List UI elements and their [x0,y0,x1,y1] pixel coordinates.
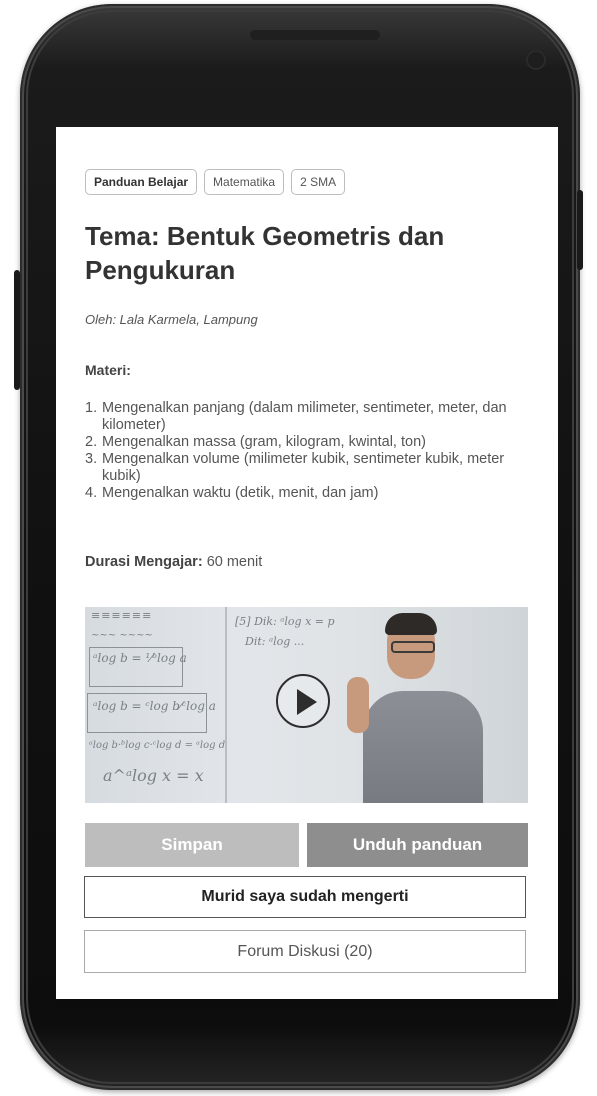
page-title: Tema: Bentuk Geometris dan Pengukuran [85,221,445,285]
duration-value: 60 menit [206,554,263,570]
presenter-glasses [391,641,435,653]
list-item-text: Mengenalkan panjang (dalam milimeter, se… [102,400,507,433]
students-understand-button[interactable]: Murid saya sudah mengerti [84,876,526,918]
video-player[interactable]: ≡≡≡≡≡≡ ~~~ ~~~~ ᵃlog b = ¹⁄ᵇlog a ᵃlog b… [85,607,528,803]
list-item: 4. Mengenalkan waktu (detik, menit, dan … [85,485,535,502]
duration-line: Durasi Mengajar: 60 menit [85,554,262,570]
materi-list: 1. Mengenalkan panjang (dalam milimeter,… [85,400,535,502]
whiteboard-scribble: ᵃlog b = ᶜlog b⁄ᶜlog a [93,699,216,713]
list-item: 2. Mengenalkan massa (gram, kilogram, kw… [85,434,535,451]
power-button [577,190,583,270]
list-item-number: 1. [85,400,98,416]
whiteboard-scribble: ᵃlog b = ¹⁄ᵇlog a [93,651,187,665]
duration-label: Durasi Mengajar: [85,554,203,570]
list-item-text: Mengenalkan waktu (detik, menit, dan jam… [102,485,379,501]
presenter-hair [385,613,437,635]
screen: Panduan Belajar Matematika 2 SMA Tema: B… [56,127,558,999]
camera-icon [528,52,544,68]
list-item: 1. Mengenalkan panjang (dalam milimeter,… [85,400,535,434]
screen-bottom-edge [56,999,558,1007]
whiteboard-scribble: Dit: ᵃlog ... [245,635,305,648]
discussion-forum-button[interactable]: Forum Diskusi (20) [84,930,526,973]
action-row: Simpan Unduh panduan [85,823,528,867]
whiteboard-scribble: a^ᵃlog x = x [103,766,204,785]
volume-button [14,270,20,390]
stage: Panduan Belajar Matematika 2 SMA Tema: B… [0,0,597,1096]
list-item-number: 3. [85,451,98,467]
whiteboard-divider [225,607,227,803]
play-icon [297,689,317,715]
tag-subject[interactable]: Matematika [204,169,285,195]
materi-heading: Materi: [85,362,131,378]
tag-grade[interactable]: 2 SMA [291,169,346,195]
list-item-number: 2. [85,434,98,450]
download-guide-button[interactable]: Unduh panduan [307,823,528,867]
whiteboard-scribble: [5] Dik: ᵃlog x = p [235,615,335,628]
presenter-hand [347,677,369,733]
whiteboard-scribble: ≡≡≡≡≡≡ [91,609,153,622]
whiteboard-scribble: ~~~ ~~~~ [91,630,153,641]
play-button[interactable] [276,674,330,728]
list-item: 3. Mengenalkan volume (milimeter kubik, … [85,451,535,485]
tag-panduan-belajar[interactable]: Panduan Belajar [85,169,198,195]
author-line: Oleh: Lala Karmela, Lampung [85,312,258,327]
list-item-number: 4. [85,485,98,501]
list-item-text: Mengenalkan massa (gram, kilogram, kwint… [102,434,426,450]
tag-list: Panduan Belajar Matematika 2 SMA [85,169,346,195]
save-button[interactable]: Simpan [85,823,299,867]
presenter-shirt [363,691,483,803]
phone-speaker [250,30,380,40]
whiteboard-scribble: ᵃlog b·ᵇlog c·ᶜlog d = ᵃlog d [89,740,226,751]
list-item-text: Mengenalkan volume (milimeter kubik, sen… [102,451,505,484]
